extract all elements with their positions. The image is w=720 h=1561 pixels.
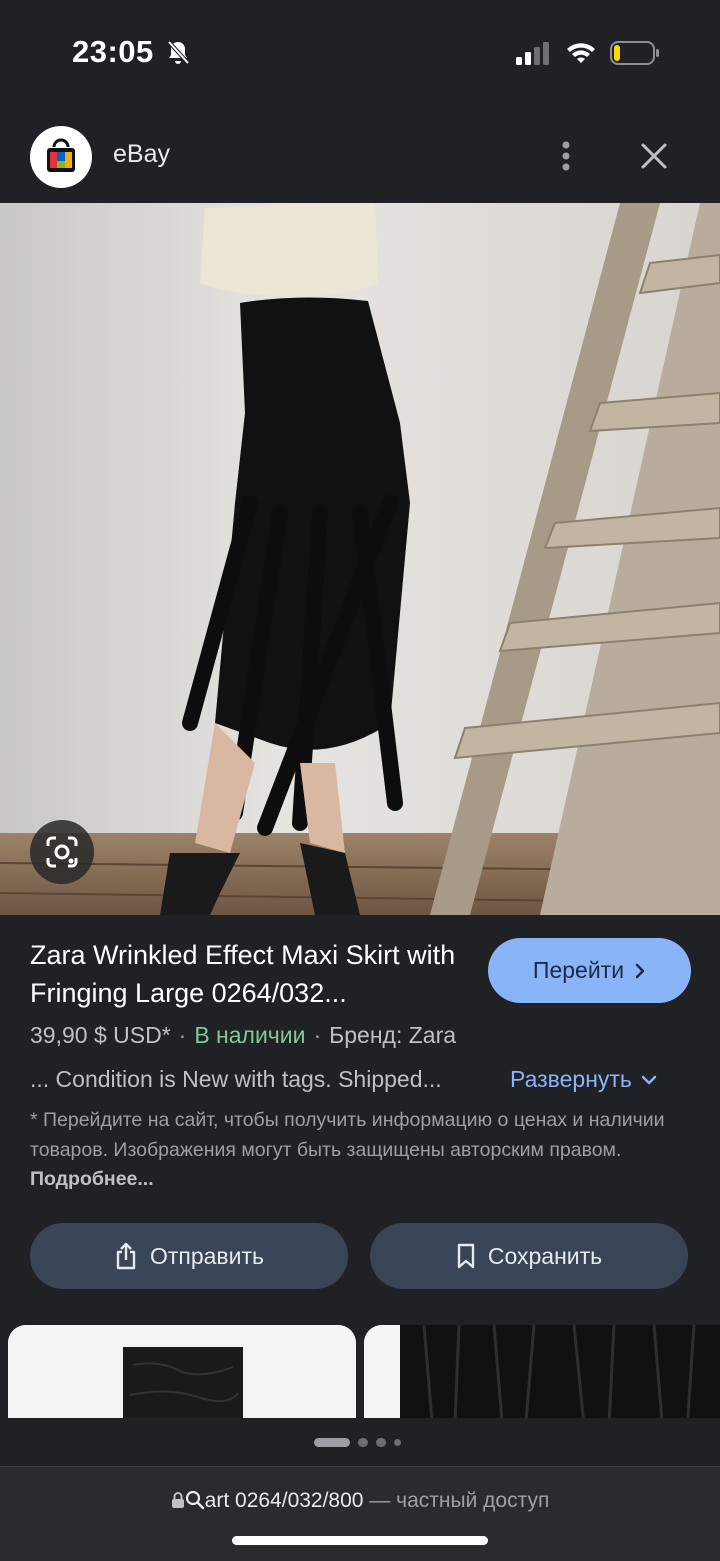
disclaimer-text: * Перейдите на сайт, чтобы получить инфо…	[30, 1109, 665, 1161]
related-image-card[interactable]	[8, 1325, 356, 1418]
wifi-icon	[567, 43, 595, 63]
shopping-bag-logo[interactable]	[30, 126, 92, 188]
bell-slash-icon	[167, 40, 190, 65]
product-meta: 39,90 $ USD* · В наличии · Бренд: Zara	[30, 1022, 456, 1049]
shopping-bag-icon	[47, 138, 75, 172]
cellular-signal-icon	[516, 42, 549, 65]
related-images	[0, 1325, 720, 1418]
goto-label: Перейти	[532, 957, 625, 983]
battery-low-icon	[610, 41, 659, 65]
availability-status: В наличии	[194, 1022, 306, 1048]
visual-search-button[interactable]	[30, 820, 94, 884]
related-fringe-image	[364, 1325, 720, 1418]
carousel-pager	[314, 1437, 401, 1447]
address-bar[interactable]: art 0264/032/800 — частный доступ	[0, 1466, 720, 1561]
share-icon	[116, 1242, 136, 1270]
brand: Бренд: Zara	[329, 1022, 457, 1048]
separator: ·	[313, 1022, 322, 1048]
product-image[interactable]	[0, 203, 720, 915]
related-skirt-image	[8, 1325, 356, 1418]
share-button[interactable]: Отправить	[30, 1223, 348, 1289]
sheet-header: eBay	[0, 108, 720, 204]
expand-label: Развернуть	[510, 1066, 632, 1092]
status-time: 23:05	[72, 34, 154, 69]
google-lens-icon	[46, 836, 78, 868]
more-info-link[interactable]: Подробнее...	[30, 1168, 154, 1190]
url-text[interactable]: art 0264/032/800 — частный доступ	[0, 1489, 720, 1513]
separator: ·	[178, 1022, 187, 1048]
site-name[interactable]: eBay	[113, 140, 170, 169]
product-snippet: ... Condition is New with tags. Shipped.…	[30, 1066, 442, 1092]
expand-button[interactable]: Развернуть	[510, 1066, 658, 1093]
close-button[interactable]	[634, 136, 674, 176]
close-icon	[641, 143, 667, 169]
lock-icon	[171, 1492, 184, 1508]
screen: 23:05 eBay Zara Wrinkled Effect Maxi Ski…	[0, 0, 720, 1561]
save-button[interactable]: Сохранить	[370, 1223, 688, 1289]
pager-dot	[358, 1437, 368, 1447]
pager-dot	[376, 1437, 386, 1447]
chevron-right-icon	[635, 963, 645, 978]
url-query: art 0264/032/800	[204, 1489, 364, 1512]
private-access-label: — частный доступ	[369, 1489, 550, 1512]
goto-site-button[interactable]: Перейти	[488, 938, 691, 1003]
chevron-down-icon	[641, 1075, 657, 1084]
pager-dot	[394, 1438, 401, 1446]
related-image-card[interactable]	[364, 1325, 720, 1418]
price: 39,90 $ USD*	[30, 1022, 171, 1048]
bookmark-icon	[457, 1243, 475, 1269]
copyright-disclaimer: * Перейдите на сайт, чтобы получить инфо…	[30, 1106, 690, 1195]
status-bar: 23:05	[0, 0, 720, 100]
product-title[interactable]: Zara Wrinkled Effect Maxi Skirt with Fri…	[30, 936, 480, 1012]
more-options-button[interactable]	[548, 136, 584, 176]
pager-dot-active	[314, 1437, 350, 1447]
search-icon	[185, 1490, 204, 1510]
home-indicator[interactable]	[232, 1536, 488, 1545]
save-label: Сохранить	[487, 1242, 603, 1269]
more-vertical-icon	[562, 141, 570, 171]
product-photo	[0, 203, 720, 915]
share-label: Отправить	[149, 1242, 265, 1269]
